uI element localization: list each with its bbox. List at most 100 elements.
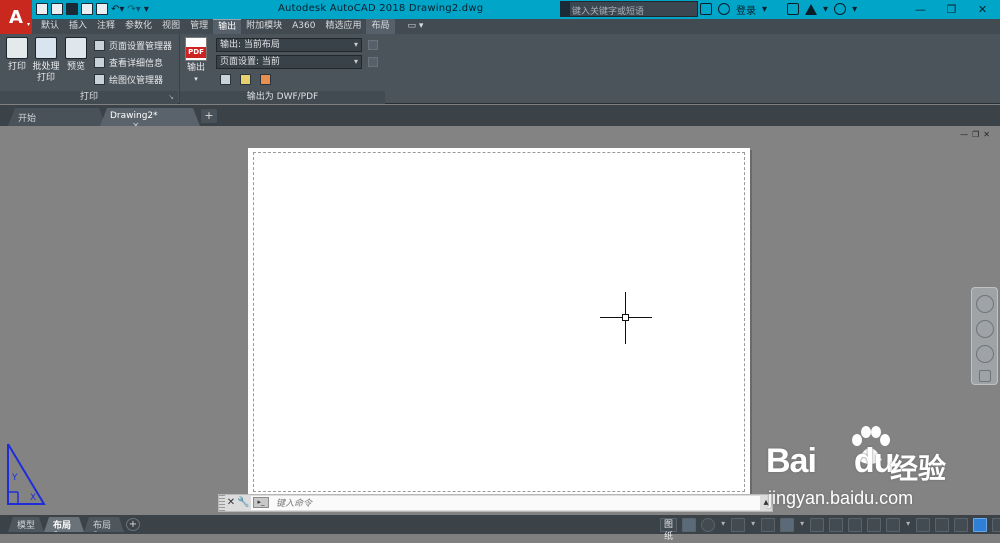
preview-icon[interactable] bbox=[220, 74, 231, 85]
page-setup-select[interactable]: 页面设置: 当前 ▾ bbox=[216, 55, 362, 69]
command-history-arrow-icon[interactable]: ▴ bbox=[760, 495, 772, 511]
paper-space-toggle[interactable]: 图纸 bbox=[660, 517, 678, 542]
clean-screen-icon[interactable] bbox=[973, 517, 988, 532]
osnap-dropdown-icon[interactable]: ▾ bbox=[799, 518, 805, 532]
autodesk-a360-icon[interactable] bbox=[805, 3, 818, 15]
ribbon-tab-5[interactable]: 管理 bbox=[185, 19, 213, 34]
new-tab-button[interactable]: + bbox=[201, 109, 217, 123]
selection-cycling-icon[interactable] bbox=[848, 517, 863, 532]
view-details-button[interactable]: 查看详细信息 bbox=[94, 55, 163, 70]
restore-button[interactable]: ❐ bbox=[936, 0, 967, 19]
ribbon-tab-0[interactable]: 默认 bbox=[36, 19, 64, 34]
isodraft-dropdown-icon[interactable]: ▾ bbox=[750, 518, 756, 532]
ribbon-tab-10[interactable]: 布局 bbox=[366, 19, 395, 34]
polar-tracking-icon[interactable] bbox=[701, 517, 716, 532]
workspace-dropdown-icon[interactable]: ▾ bbox=[905, 518, 911, 532]
layout-tab-layout1[interactable]: 布局1 bbox=[44, 517, 84, 532]
help-icon[interactable] bbox=[834, 3, 847, 15]
login-button[interactable]: 登录 bbox=[736, 2, 756, 17]
ribbon-tab-8[interactable]: A360 bbox=[287, 19, 320, 34]
minimize-button[interactable]: — bbox=[905, 0, 936, 19]
ucs-x-label: X bbox=[30, 493, 36, 503]
viewport-restore-icon[interactable]: ❐ bbox=[972, 130, 979, 139]
plot-button[interactable]: 打印 bbox=[4, 37, 30, 73]
save-as-icon[interactable] bbox=[81, 3, 93, 15]
search-expand-icon[interactable] bbox=[560, 1, 570, 17]
export-setup-icon[interactable] bbox=[260, 74, 271, 85]
login-dropdown-icon[interactable]: ▾ bbox=[762, 4, 767, 15]
file-tab-drawing2[interactable]: Drawing2* × bbox=[100, 108, 200, 126]
pan-hand-icon[interactable] bbox=[975, 320, 994, 338]
viewport-minimize-icon[interactable]: — bbox=[960, 130, 968, 139]
isolate-objects-icon[interactable] bbox=[935, 517, 950, 532]
preview-export-icon[interactable] bbox=[368, 40, 378, 50]
new-file-icon[interactable] bbox=[36, 3, 48, 15]
isodraft-icon[interactable] bbox=[731, 517, 746, 532]
cart-icon[interactable] bbox=[787, 3, 800, 15]
annotation-scale-icon[interactable] bbox=[867, 517, 882, 532]
help-dropdown-icon[interactable]: ▾ bbox=[852, 4, 857, 15]
layout-tab-model[interactable]: 模型 bbox=[8, 517, 44, 532]
export-panel: PDF 输出 ▾ 输出: 当前布局 ▾ 页面设置: 当前 ▾ 输出为 DWF/P… bbox=[179, 34, 385, 104]
save-icon[interactable] bbox=[66, 3, 78, 15]
ribbon-tab-9[interactable]: 精选应用 bbox=[320, 19, 366, 34]
lineweight-icon[interactable] bbox=[810, 517, 825, 532]
user-icon[interactable] bbox=[718, 3, 730, 15]
plot-icon[interactable] bbox=[96, 3, 108, 15]
drawing-canvas[interactable]: — ❐ ✕ Y X ✕ 🔧 ▸_ 键入命令 ▴ bbox=[0, 126, 1000, 515]
command-prompt-icon[interactable]: ▸_ bbox=[253, 497, 269, 508]
batch-plot-button[interactable]: 批处理 打印 bbox=[31, 37, 61, 84]
plotter-manager-button[interactable]: 绘图仪管理器 bbox=[94, 72, 163, 87]
close-command-line-icon[interactable]: ✕ bbox=[225, 495, 237, 511]
magnifier-page-icon bbox=[65, 37, 87, 59]
wrench-icon[interactable]: 🔧 bbox=[237, 495, 249, 511]
page-setup-manager-button[interactable]: 页面设置管理器 bbox=[94, 38, 172, 53]
ortho-snap-icon[interactable] bbox=[682, 517, 697, 532]
plotter-icon bbox=[94, 74, 105, 85]
print-panel: 打印 批处理 打印 预览 页面设置管理器 查看详细信息 绘图仪管理器 打印 ↘ bbox=[0, 34, 178, 104]
undo-icon[interactable]: ↶▾ bbox=[111, 4, 124, 15]
annotation-monitor-icon[interactable] bbox=[916, 517, 931, 532]
a360-dropdown-icon[interactable]: ▾ bbox=[823, 4, 828, 15]
command-input[interactable]: ▸_ 键入命令 bbox=[251, 496, 760, 510]
preview-button[interactable]: 预览 bbox=[63, 37, 89, 73]
page-setup-override-icon[interactable] bbox=[368, 57, 378, 67]
export-scope-select[interactable]: 输出: 当前布局 ▾ bbox=[216, 38, 362, 52]
redo-icon[interactable]: ↷▾ bbox=[127, 4, 140, 15]
zoom-extents-icon[interactable] bbox=[975, 345, 994, 363]
export-button[interactable]: PDF 输出 ▾ bbox=[184, 37, 208, 85]
ribbon: 打印 批处理 打印 预览 页面设置管理器 查看详细信息 绘图仪管理器 打印 ↘ bbox=[0, 34, 1000, 104]
transparency-icon[interactable] bbox=[829, 517, 844, 532]
file-tab-start[interactable]: 开始 bbox=[8, 108, 106, 126]
export-options-icon[interactable] bbox=[240, 74, 251, 85]
orbit-icon[interactable] bbox=[978, 370, 991, 382]
details-gear-icon bbox=[94, 57, 105, 68]
add-layout-button[interactable]: + bbox=[126, 518, 140, 531]
close-window-button[interactable]: ✕ bbox=[967, 0, 998, 19]
open-file-icon[interactable] bbox=[51, 3, 63, 15]
ribbon-tab-4[interactable]: 视图 bbox=[157, 19, 185, 34]
binoculars-icon[interactable] bbox=[700, 3, 712, 15]
object-snap-tracking-icon[interactable] bbox=[761, 517, 776, 532]
viewport-close-icon[interactable]: ✕ bbox=[983, 130, 990, 139]
hardware-acceleration-icon[interactable] bbox=[954, 517, 969, 532]
ribbon-tab-2[interactable]: 注释 bbox=[92, 19, 120, 34]
status-toggles: 图纸 ▾ ▾ ▾ ▾ bbox=[660, 517, 1000, 542]
dialog-launcher-icon[interactable]: ↘ bbox=[168, 91, 174, 104]
application-menu-button[interactable]: A ▾ bbox=[0, 0, 32, 34]
polar-dropdown-icon[interactable]: ▾ bbox=[720, 518, 726, 532]
customization-menu-icon[interactable] bbox=[992, 517, 1000, 532]
ribbon-tab-1[interactable]: 插入 bbox=[64, 19, 92, 34]
customize-qat-icon[interactable]: ▾ bbox=[144, 4, 149, 15]
search-input[interactable]: 键入关键字或短语 bbox=[560, 1, 698, 17]
file-tab-drawing2-label: Drawing2* bbox=[110, 111, 158, 121]
object-snap-icon[interactable] bbox=[780, 517, 795, 532]
steering-wheel-icon[interactable] bbox=[975, 295, 994, 313]
ribbon-minimize-icon[interactable]: ▭ ▾ bbox=[403, 19, 429, 34]
ribbon-tab-7[interactable]: 附加模块 bbox=[241, 19, 287, 34]
ribbon-tab-6[interactable]: 输出 bbox=[213, 19, 242, 34]
layout-paper-sheet[interactable] bbox=[248, 148, 750, 496]
layout-tab-layout2[interactable]: 布局2 bbox=[84, 517, 124, 532]
workspace-gear-icon[interactable] bbox=[886, 517, 901, 532]
ribbon-tab-3[interactable]: 参数化 bbox=[120, 19, 157, 34]
